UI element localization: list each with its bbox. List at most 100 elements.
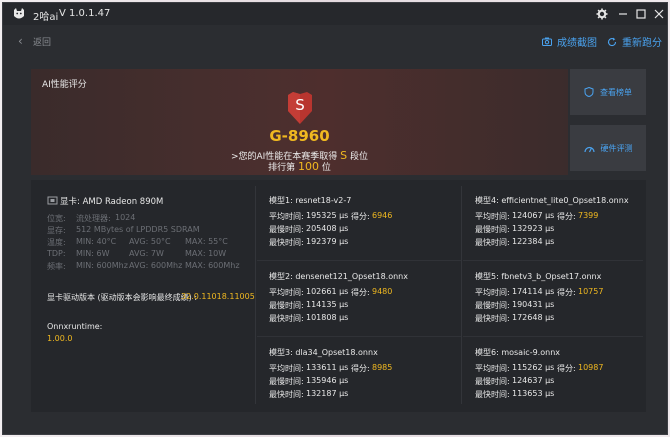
fast-time-value: 132187 μs [306, 389, 349, 398]
fast-time-label: 最快时间: [475, 238, 510, 247]
gpu-chip-icon [47, 196, 58, 205]
score-hero: AI性能评分 S G-8960 >您的AI性能在本赛季取得 S 段位 排行第 1… [31, 69, 568, 175]
vram-label: 显存: [47, 226, 66, 235]
gear-icon[interactable] [594, 6, 610, 22]
model-score: 10987 [578, 363, 604, 372]
back-arrow-icon[interactable]: ‹ [18, 34, 23, 48]
temperature-label: 温度: [47, 238, 66, 247]
maximize-icon[interactable] [633, 6, 649, 22]
hardware-review-label: 硬件评测 [600, 143, 633, 153]
model-score: 7399 [578, 211, 599, 220]
rank-badge-letter: S [295, 96, 305, 114]
screenshot-label: 成绩截图 [557, 38, 597, 49]
row-divider [463, 336, 643, 337]
avg-time-label: 平均时间: [475, 212, 510, 221]
temperature-max: MAX: 55°C [185, 237, 228, 246]
leaderboard-label: 查看榜单 [600, 87, 632, 97]
minimize-icon[interactable] [615, 6, 631, 22]
model-title: 模型2: densenet121_Opset18.onnx [269, 272, 408, 281]
refresh-icon [607, 37, 617, 46]
fast-time-label: 最快时间: [269, 390, 304, 399]
shader-units-value: 1024 [115, 213, 136, 222]
model-score: 6946 [372, 211, 393, 220]
vram-value: 512 MBytes of LPDDR5 SDRAM [76, 225, 200, 234]
onnxruntime-version: 1.00.0 [47, 334, 73, 343]
score-label: 得分: [351, 364, 370, 373]
husky-logo-icon [14, 8, 24, 19]
model-title: 模型4: efficientnet_lite0_Opset18.onnx [475, 196, 629, 205]
avg-time-value: 124067 μs [512, 211, 555, 220]
column-divider [461, 186, 462, 404]
row-divider [257, 336, 461, 337]
avg-time-value: 102661 μs [306, 287, 349, 296]
row-divider [257, 260, 461, 261]
model-score: 10757 [578, 287, 604, 296]
screenshot-button[interactable]: 成绩截图 [542, 34, 597, 49]
frequency-label: 频率: [47, 262, 66, 271]
app-window: 2哈ai V 1.0.1.47 ‹ 返回 成绩截图 重新跑分 AI性能评分 S … [2, 2, 668, 435]
score-label: 得分: [351, 288, 370, 297]
avg-time-value: 133611 μs [306, 363, 349, 372]
shield-icon [584, 87, 594, 97]
gauge-icon [583, 146, 595, 152]
model-title: 模型6: mosaic-9.onnx [475, 348, 560, 357]
fast-time-label: 最快时间: [475, 390, 510, 399]
tdp-min: MIN: 6W [76, 249, 110, 258]
benchmark-details-panel: 显卡: AMD Radeon 890M 位宽: 流处理器: 1024 显存: 5… [31, 180, 646, 412]
slow-time-value: 132923 μs [512, 224, 555, 233]
slow-time-label: 最慢时间: [269, 301, 304, 310]
close-icon[interactable] [651, 6, 667, 22]
avg-time-label: 平均时间: [269, 212, 304, 221]
title-bar: 2哈ai V 1.0.1.47 [3, 3, 667, 25]
avg-time-value: 195325 μs [306, 211, 349, 220]
fast-time-label: 最快时间: [269, 238, 304, 247]
fast-time-value: 172648 μs [512, 313, 555, 322]
driver-version-value: 32.0.11018.11005 [181, 292, 255, 301]
slow-time-value: 135946 μs [306, 376, 349, 385]
avg-time-value: 174114 μs [512, 287, 555, 296]
fast-time-value: 101808 μs [306, 313, 349, 322]
slow-time-value: 205408 μs [306, 224, 349, 233]
leaderboard-position-line: 排行第 100 位 [31, 160, 568, 173]
avg-time-value: 115262 μs [512, 363, 555, 372]
model-title: 模型1: resnet18-v2-7 [269, 196, 352, 205]
slow-time-value: 124637 μs [512, 376, 555, 385]
gpu-name: 显卡: AMD Radeon 890M [60, 197, 164, 207]
frequency-max: MAX: 600Mhz [185, 261, 240, 270]
temperature-min: MIN: 40°C [76, 237, 117, 246]
slow-time-label: 最慢时间: [475, 377, 510, 386]
position-suffix: 位 [319, 163, 331, 173]
row-divider [463, 260, 643, 261]
temperature-avg: AVG: 50°C [129, 237, 171, 246]
column-divider [255, 186, 256, 404]
tdp-max: MAX: 10W [185, 249, 227, 258]
camera-icon [542, 37, 552, 46]
tdp-avg: AVG: 7W [129, 249, 164, 258]
bus-width-label: 位宽: [47, 214, 66, 223]
hardware-review-button[interactable]: 硬件评测 [570, 125, 646, 171]
nav-bar: ‹ 返回 成绩截图 重新跑分 [3, 25, 667, 57]
fast-time-value: 113653 μs [512, 389, 555, 398]
score-label: 得分: [557, 288, 576, 297]
back-button[interactable]: 返回 [33, 35, 51, 48]
position-rank: 100 [298, 160, 319, 173]
slow-time-value: 114135 μs [306, 300, 349, 309]
fast-time-value: 192379 μs [306, 237, 349, 246]
total-score: G-8960 [269, 127, 330, 145]
rescore-button[interactable]: 重新跑分 [607, 34, 662, 49]
score-label: 得分: [351, 212, 370, 221]
avg-time-label: 平均时间: [475, 364, 510, 373]
slow-time-value: 190431 μs [512, 300, 555, 309]
model-score: 8985 [372, 363, 393, 372]
score-label: 得分: [557, 364, 576, 373]
frequency-avg: AVG: 600Mhz [129, 261, 183, 270]
fast-time-label: 最快时间: [475, 314, 510, 323]
shader-units-label: 流处理器: [76, 214, 111, 223]
onnxruntime-label: Onnxruntime: [47, 322, 103, 331]
fast-time-value: 122384 μs [512, 237, 555, 246]
slow-time-label: 最慢时间: [475, 225, 510, 234]
slow-time-label: 最慢时间: [269, 225, 304, 234]
slow-time-label: 最慢时间: [269, 377, 304, 386]
avg-time-label: 平均时间: [475, 288, 510, 297]
leaderboard-button[interactable]: 查看榜单 [570, 69, 646, 115]
